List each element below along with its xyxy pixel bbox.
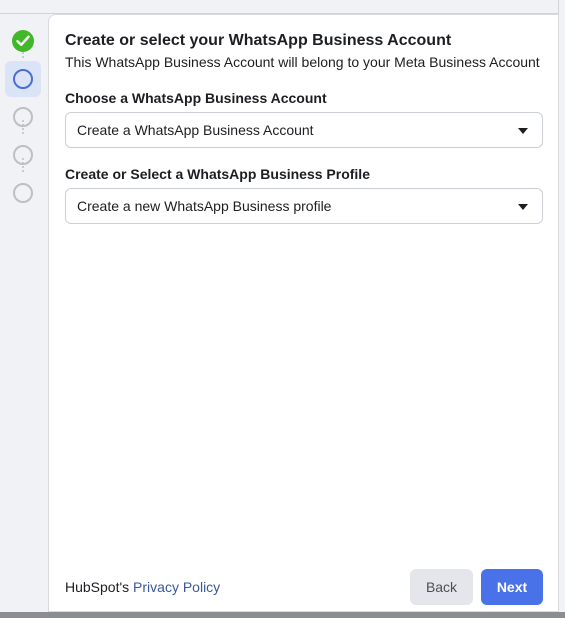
- privacy-prefix: HubSpot's: [65, 579, 130, 595]
- account-select-value: Create a WhatsApp Business Account: [77, 122, 314, 138]
- dialog-card: Create or select your WhatsApp Business …: [48, 14, 559, 612]
- caret-down-icon: [518, 128, 528, 134]
- step-4-pending: [13, 145, 33, 165]
- page: Create or select your WhatsApp Business …: [0, 0, 565, 618]
- top-strip: [0, 0, 565, 14]
- step-2-current: [13, 69, 33, 89]
- check-icon: [16, 35, 30, 46]
- privacy-footer: HubSpot's Privacy Policy: [65, 579, 220, 595]
- account-field-label: Choose a WhatsApp Business Account: [65, 90, 327, 106]
- profile-select-value: Create a new WhatsApp Business profile: [77, 198, 332, 214]
- right-edge: [558, 0, 565, 612]
- page-title: Create or select your WhatsApp Business …: [65, 32, 452, 49]
- page-subtitle: This WhatsApp Business Account will belo…: [65, 54, 540, 70]
- caret-down-icon: [518, 204, 528, 210]
- next-button[interactable]: Next: [481, 569, 543, 605]
- profile-field-label: Create or Select a WhatsApp Business Pro…: [65, 166, 370, 182]
- bottom-strip: [0, 612, 565, 618]
- step-3-pending: [13, 107, 33, 127]
- privacy-policy-link[interactable]: Privacy Policy: [133, 579, 220, 595]
- stepper: [0, 22, 48, 212]
- profile-select[interactable]: Create a new WhatsApp Business profile: [65, 188, 543, 224]
- back-button[interactable]: Back: [410, 569, 473, 605]
- account-select[interactable]: Create a WhatsApp Business Account: [65, 112, 543, 148]
- step-1-complete: [12, 30, 34, 52]
- step-5-pending: [13, 183, 33, 203]
